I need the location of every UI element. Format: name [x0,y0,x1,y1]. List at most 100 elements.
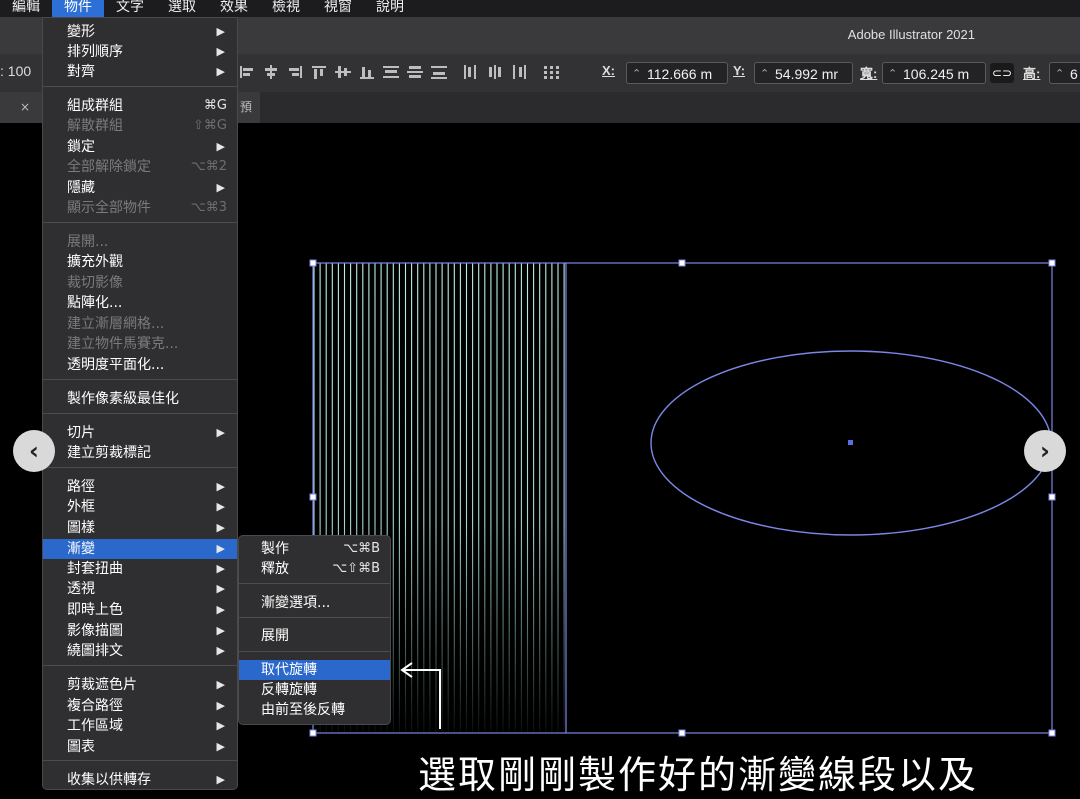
align-top-icon[interactable] [310,64,328,80]
object-menu-item[interactable]: 透明度平面化... [43,355,237,375]
object-menu-item[interactable]: 變形 ▶ [43,22,237,42]
stepper-icon[interactable]: ⌃ [888,63,897,85]
submenu-arrow-icon: ▶ [216,678,225,691]
menu-separator [43,665,237,666]
object-menu-item[interactable]: 複合路徑 ▶ [43,696,237,716]
menu-separator [43,222,237,223]
blend-submenu-item[interactable]: 漸變選項... [239,593,390,613]
menu-item-label: 排列順序 [67,44,123,60]
blend-submenu-item[interactable]: 製作 ⌥⌘B [239,539,390,559]
y-label: Y: [733,63,746,78]
stepper-icon[interactable]: ⌃ [1055,63,1064,85]
menu-separator [43,760,237,761]
submenu-arrow-icon: ▶ [216,740,225,753]
submenu-arrow-icon: ▶ [216,773,225,786]
menu-help[interactable]: 說明 [364,0,416,17]
next-slide-button[interactable]: › [1024,430,1066,472]
align-right-icon[interactable] [286,64,304,80]
submenu-arrow-icon: ▶ [216,500,225,513]
menu-item-shortcut: ⌥⌘2 [190,159,227,174]
menu-window[interactable]: 視窗 [312,0,364,17]
w-field[interactable]: ⌃ 106.245 m [882,62,986,84]
x-label: X: [602,63,615,78]
distribute-center-icon[interactable] [406,64,424,80]
menu-view[interactable]: 檢視 [260,0,312,17]
object-menu-item[interactable]: 建立剪裁標記 [43,443,237,463]
blend-submenu-item[interactable]: 由前至後反轉 [239,700,390,720]
object-menu-item[interactable]: 點陣化... [43,293,237,313]
submenu-arrow-icon: ▶ [216,542,225,555]
submenu-arrow-icon: ▶ [216,719,225,732]
h-label: 高: [1023,66,1041,81]
object-menu-item[interactable]: 擴充外觀 [43,252,237,272]
submenu-arrow-icon: ▶ [216,521,225,534]
menu-item-label: 即時上色 [67,602,123,618]
object-menu-item[interactable]: 圖樣 ▶ [43,518,237,538]
distribute-bottom-icon[interactable] [430,64,448,80]
stepper-icon[interactable]: ⌃ [632,63,641,85]
object-menu-item[interactable]: 圖表 ▶ [43,737,237,757]
stepper-icon[interactable]: ⌃ [760,63,769,85]
object-menu-item[interactable]: 排列順序 ▶ [43,42,237,62]
distribute-right-icon[interactable] [510,64,528,80]
submenu-arrow-icon: ▶ [216,25,225,38]
object-menu-item[interactable]: 收集以供轉存 ▶ [43,770,237,790]
object-menu-item[interactable]: 對齊 ▶ [43,62,237,82]
object-menu-item[interactable]: 隱藏 ▶ [43,178,237,198]
object-menu-item[interactable]: 製作像素級最佳化 [43,389,237,409]
blend-submenu-item[interactable]: 取代旋轉 [239,660,390,680]
object-menu-item[interactable]: 即時上色 ▶ [43,600,237,620]
object-menu-item[interactable]: 漸變 ▶ [43,539,237,559]
menu-item-label: 由前至後反轉 [261,702,345,718]
constrain-link-icon[interactable]: ⊂⊃ [990,63,1014,83]
menu-item-label: 工作區域 [67,718,123,734]
object-menu-item[interactable]: 組成群組 ⌘G [43,96,237,116]
menu-effect[interactable]: 效果 [208,0,260,17]
object-menu-item[interactable]: 路徑 ▶ [43,477,237,497]
object-menu-item: 建立漸層網格... [43,314,237,334]
menu-edit[interactable]: 編輯 [0,0,52,17]
x-field[interactable]: ⌃ 112.666 m [626,62,728,84]
selection-handles[interactable] [309,259,1056,737]
menu-item-label: 影像描圖 [67,623,123,639]
menu-item-label: 變形 [67,24,95,40]
blend-submenu-item[interactable]: 釋放 ⌥⇧⌘B [239,559,390,579]
menu-item-label: 全部解除鎖定 [67,159,151,175]
menu-item-label: 顯示全部物件 [67,200,151,216]
submenu-arrow-icon: ▶ [216,181,225,194]
menu-item-shortcut: ⇧⌘G [193,118,227,133]
blend-submenu-item[interactable]: 展開 [239,626,390,646]
close-tab-icon[interactable]: × [20,92,30,123]
object-menu: 變形 ▶ 排列順序 ▶ 對齊 ▶ 組成群組 ⌘G 解散群組 ⇧⌘G 鎖定 ▶ 全部解除鎖定 ⌥⌘2 隱藏 ▶ 顯… [42,17,238,790]
distribute-top-icon[interactable] [382,64,400,80]
object-menu-item[interactable]: 封套扭曲 ▶ [43,559,237,579]
distribute-left-icon[interactable] [462,64,480,80]
align-center-v-icon[interactable] [334,64,352,80]
object-menu-item[interactable]: 繞圖排文 ▶ [43,641,237,661]
align-center-h-icon[interactable] [262,64,280,80]
object-menu-item[interactable]: 工作區域 ▶ [43,716,237,736]
object-menu-item[interactable]: 外框 ▶ [43,497,237,517]
opacity-value[interactable]: : 100 [0,63,31,79]
menu-select[interactable]: 選取 [156,0,208,17]
menu-type[interactable]: 文字 [104,0,156,17]
menu-object[interactable]: 物件 [52,0,104,17]
prev-slide-button[interactable]: ‹ [13,430,55,472]
menu-item-label: 複合路徑 [67,698,123,714]
blend-submenu-item[interactable]: 反轉旋轉 [239,680,390,700]
object-menu-item[interactable]: 鎖定 ▶ [43,137,237,157]
menu-item-label: 透明度平面化... [67,357,165,373]
h-field[interactable]: ⌃ 6 [1049,62,1080,84]
distribute-hcenter-icon[interactable] [486,64,504,80]
y-field[interactable]: ⌃ 54.992 mr [754,62,853,84]
object-menu-item[interactable]: 剪裁遮色片 ▶ [43,675,237,695]
reference-point-icon[interactable] [542,64,560,80]
menu-separator [43,379,237,380]
object-menu-item[interactable]: 透視 ▶ [43,579,237,599]
object-menu-item[interactable]: 影像描圖 ▶ [43,621,237,641]
object-menu-item[interactable]: 切片 ▶ [43,423,237,443]
submenu-arrow-icon: ▶ [216,140,225,153]
align-left-icon[interactable] [238,64,256,80]
submenu-arrow-icon: ▶ [216,562,225,575]
align-bottom-icon[interactable] [358,64,376,80]
